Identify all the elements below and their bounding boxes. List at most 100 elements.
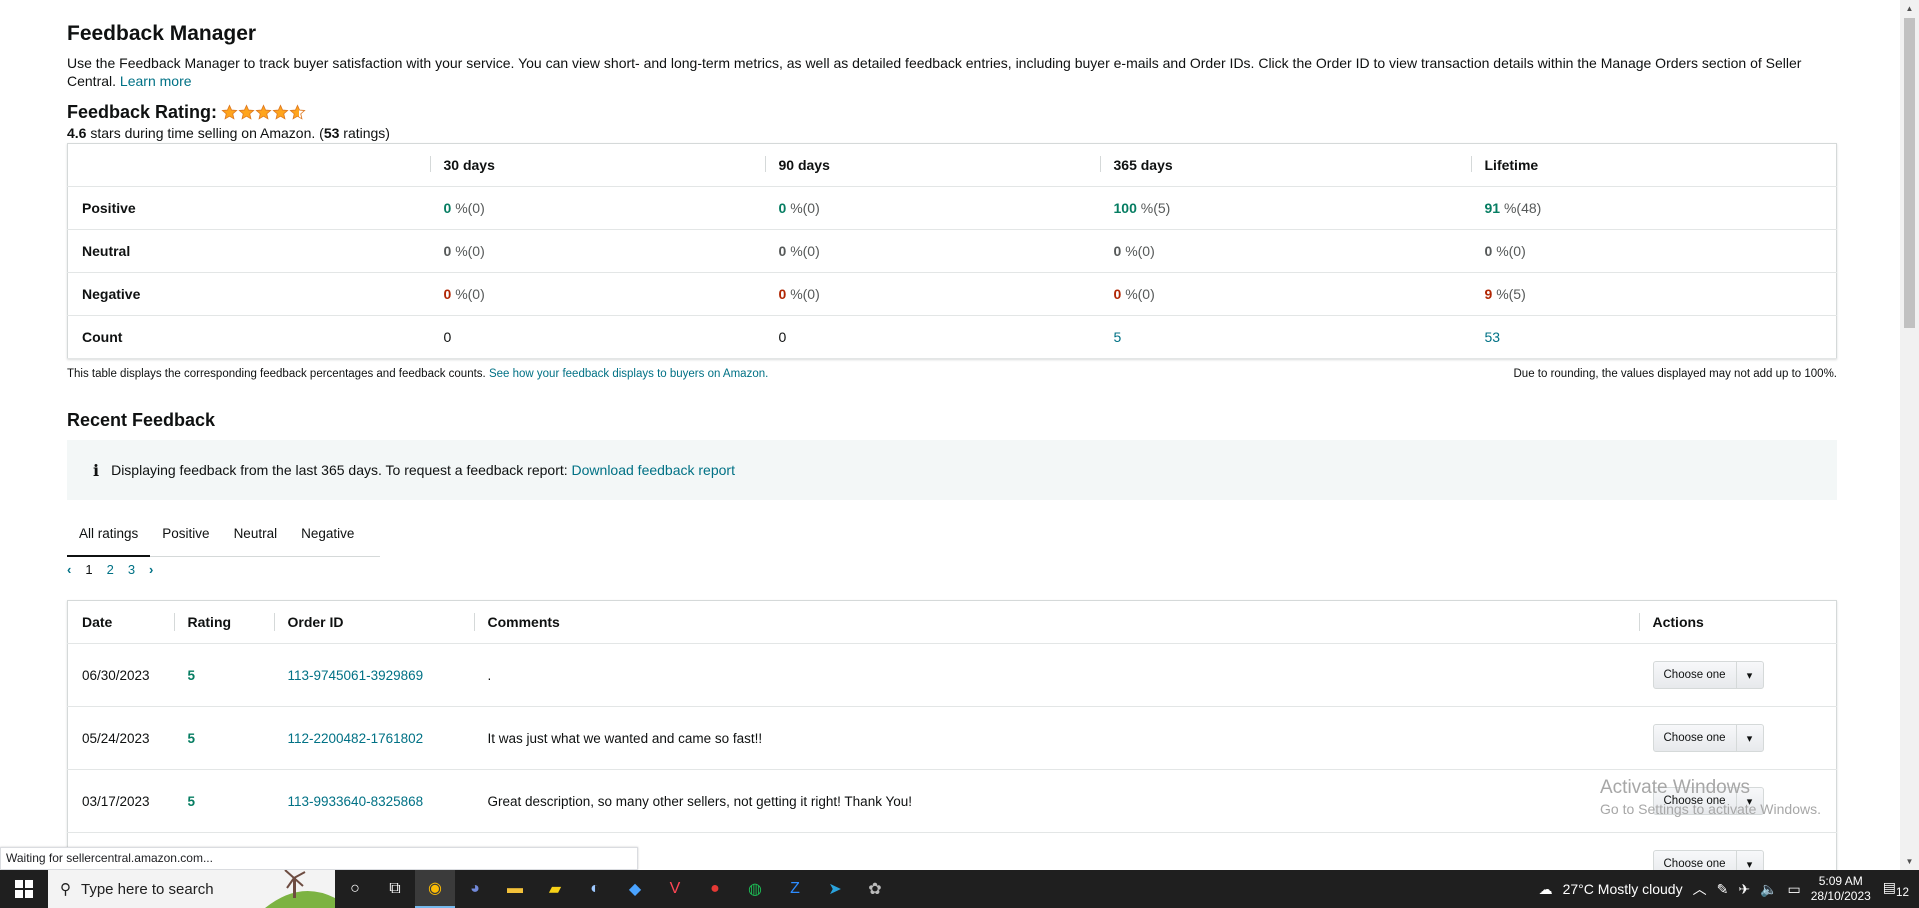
page-scrollbar[interactable]: ▲ ▼: [1900, 0, 1919, 870]
discord-icon[interactable]: ◕: [455, 870, 495, 908]
start-button[interactable]: [0, 870, 48, 908]
metrics-row-neutral: Neutral 0 %(0) 0 %(0) 0 %(0) 0 %(0): [67, 229, 1837, 273]
pagination: ‹ 1 2 3 ›: [67, 560, 1837, 578]
steam-icon[interactable]: ◐: [575, 870, 615, 908]
col-header-comments: Comments: [473, 600, 1639, 644]
metrics-col-header: 30 days: [429, 143, 765, 187]
browser-page: Feedback Manager Use the Feedback Manage…: [0, 0, 1900, 870]
sticky-notes-icon[interactable]: ▰: [535, 870, 575, 908]
metrics-percent: 91: [1484, 200, 1501, 216]
spotify-icon[interactable]: ◍: [735, 870, 775, 908]
zoom-icon[interactable]: Z: [775, 870, 815, 908]
clock-date: 28/10/2023: [1810, 889, 1871, 903]
col-header-rating: Rating: [173, 600, 274, 644]
valorant-icon[interactable]: V: [655, 870, 695, 908]
choose-one-dropdown[interactable]: Choose one ▾: [1652, 661, 1764, 689]
star-rating: [221, 104, 306, 121]
notification-center-icon[interactable]: ▤12: [1883, 879, 1909, 899]
choose-one-dropdown[interactable]: Choose one ▾: [1652, 850, 1764, 870]
metrics-percent: 0: [1113, 243, 1122, 259]
rating-average: 4.6: [67, 125, 87, 141]
metrics-cell: 0 %(0): [764, 229, 1100, 273]
metrics-percent: 0: [443, 243, 452, 259]
feedback-comment: [473, 832, 1639, 870]
scrollbar-thumb[interactable]: [1904, 18, 1915, 328]
weather-icon[interactable]: ☁: [1539, 881, 1553, 898]
metrics-percent: 0: [778, 243, 787, 259]
tab-neutral[interactable]: Neutral: [222, 522, 290, 557]
page-link[interactable]: 2: [107, 562, 114, 577]
metrics-row-count: Count 0 0 5 53: [67, 315, 1837, 359]
tab-positive[interactable]: Positive: [150, 522, 221, 557]
taskbar-search[interactable]: ⚲ Type here to search: [48, 870, 335, 908]
cortana-icon[interactable]: ○: [335, 870, 375, 908]
taskbar-apps: ○ ⧉ ◉ ◕ ▬ ▰ ◐ ◆ V ● ◍ Z ➤ ✿: [335, 870, 895, 908]
metrics-col-header: Lifetime: [1470, 143, 1837, 187]
display-icon[interactable]: ▭: [1788, 881, 1801, 898]
star-icon: [272, 104, 289, 120]
activate-windows-watermark: Activate Windows Go to Settings to activ…: [1600, 777, 1821, 817]
app-icon[interactable]: ◆: [615, 870, 655, 908]
next-page-icon[interactable]: ›: [149, 562, 153, 577]
feedback-rating-label: Feedback Rating:: [67, 102, 218, 122]
metrics-count-paren: %(0): [790, 200, 820, 216]
metrics-cell: 100 %(5): [1099, 186, 1471, 230]
tab-all-ratings[interactable]: All ratings: [67, 522, 151, 557]
col-header-date: Date: [67, 600, 174, 644]
order-id-link[interactable]: 113-9745061-3929869: [273, 643, 474, 707]
pen-icon[interactable]: ✎: [1717, 881, 1729, 898]
chrome-icon[interactable]: ◉: [415, 870, 455, 908]
telegram-icon[interactable]: ➤: [815, 870, 855, 908]
download-feedback-report-link[interactable]: Download feedback report: [572, 462, 735, 478]
learn-more-link[interactable]: Learn more: [120, 73, 192, 89]
metrics-percent: 0: [778, 286, 787, 302]
system-tray: ☁ 27°C Mostly cloudy ︿ ✎ ✈ 🔈 ▭ 5:09 AM 2…: [1539, 870, 1919, 908]
feedback-comment: .: [473, 643, 1639, 707]
info-text: Displaying feedback from the last 365 da…: [111, 462, 568, 478]
metrics-row-label: Negative: [67, 272, 430, 316]
scroll-up-arrow-icon[interactable]: ▲: [1900, 0, 1919, 17]
metrics-row-label: Positive: [67, 186, 430, 230]
star-icon: [238, 104, 255, 120]
metrics-col-header: 90 days: [764, 143, 1100, 187]
search-icon: ⚲: [60, 881, 71, 898]
task-view-icon[interactable]: ⧉: [375, 870, 415, 908]
metrics-cell: 91 %(48): [1470, 186, 1837, 230]
paint-icon[interactable]: ✿: [855, 870, 895, 908]
metrics-note-text: This table displays the corresponding fe…: [67, 368, 486, 380]
feedback-display-link[interactable]: See how your feedback displays to buyers…: [489, 368, 768, 380]
metrics-cell: 0 %(0): [1470, 229, 1837, 273]
show-hidden-icons-icon[interactable]: ︿: [1693, 879, 1707, 899]
info-icon: i: [93, 460, 100, 480]
prev-page-icon[interactable]: ‹: [67, 562, 71, 577]
metrics-count-paren: %(5): [1140, 200, 1171, 216]
volume-icon[interactable]: 🔈: [1760, 881, 1777, 898]
app-red-icon[interactable]: ●: [695, 870, 735, 908]
metrics-cell: 9 %(5): [1470, 272, 1837, 316]
order-id-link[interactable]: 113-9933640-8325868: [273, 769, 474, 833]
clock[interactable]: 5:09 AM 28/10/2023: [1811, 874, 1871, 904]
metrics-cell: 0 %(0): [429, 186, 765, 230]
metrics-count[interactable]: 53: [1470, 315, 1837, 359]
recent-feedback-table: Date Rating Order ID Comments Actions 06…: [67, 600, 1837, 870]
page-link[interactable]: 1: [85, 562, 92, 577]
metrics-count-paren: %(0): [790, 243, 820, 259]
metrics-percent: 0: [1484, 243, 1493, 259]
metrics-count-paren: %(0): [1125, 243, 1155, 259]
metrics-percent: 0: [1113, 286, 1122, 302]
choose-one-dropdown[interactable]: Choose one ▾: [1652, 724, 1764, 752]
file-explorer-icon[interactable]: ▬: [495, 870, 535, 908]
weather-text[interactable]: 27°C Mostly cloudy: [1563, 881, 1683, 897]
metrics-cell: 0 %(0): [1099, 272, 1471, 316]
chevron-down-icon: ▾: [1746, 732, 1753, 745]
order-id-link[interactable]: 112-2200482-1761802: [273, 706, 474, 770]
scroll-down-arrow-icon[interactable]: ▼: [1900, 853, 1919, 870]
notification-count: 12: [1896, 885, 1909, 899]
feedback-metrics-table: 30 days 90 days 365 days Lifetime Positi…: [67, 143, 1837, 359]
metrics-count[interactable]: 5: [1099, 315, 1471, 359]
tab-negative[interactable]: Negative: [289, 522, 366, 557]
col-header-order-id: Order ID: [273, 600, 474, 644]
page-link[interactable]: 3: [128, 562, 135, 577]
network-icon[interactable]: ✈: [1738, 881, 1750, 898]
actions-cell: Choose one ▾: [1638, 706, 1837, 770]
